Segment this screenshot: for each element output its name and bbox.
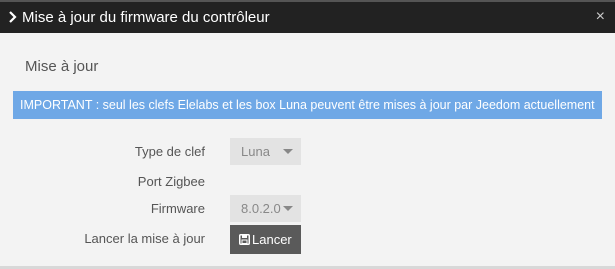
key-type-value: Luna <box>241 144 270 159</box>
firmware-value: 8.0.2.0 <box>241 201 281 216</box>
firmware-label: Firmware <box>150 201 205 216</box>
dialog-titlebar: Mise à jour du firmware du contrôleur × <box>0 0 615 33</box>
key-type-label: Type de clef <box>134 144 205 159</box>
firmware-update-dialog: Mise à jour du firmware du contrôleur × … <box>0 0 615 269</box>
chevron-down-icon <box>283 149 293 154</box>
section-title: Mise à jour <box>25 58 99 75</box>
close-button[interactable]: × <box>596 9 605 25</box>
launch-update-label: Lancer la mise à jour <box>84 231 205 246</box>
dialog-title: Mise à jour du firmware du contrôleur <box>22 9 270 26</box>
port-zigbee-label: Port Zigbee <box>137 174 205 189</box>
chevron-right-icon <box>9 11 17 23</box>
key-type-select[interactable]: Luna <box>230 138 301 165</box>
launch-button[interactable]: Lancer <box>230 225 301 254</box>
important-alert: IMPORTANT : seul les clefs Elelabs et le… <box>13 91 602 119</box>
firmware-select[interactable]: 8.0.2.0 <box>230 195 301 222</box>
chevron-down-icon <box>283 206 293 211</box>
floppy-disk-icon <box>239 234 250 245</box>
launch-button-label: Lancer <box>252 232 292 247</box>
